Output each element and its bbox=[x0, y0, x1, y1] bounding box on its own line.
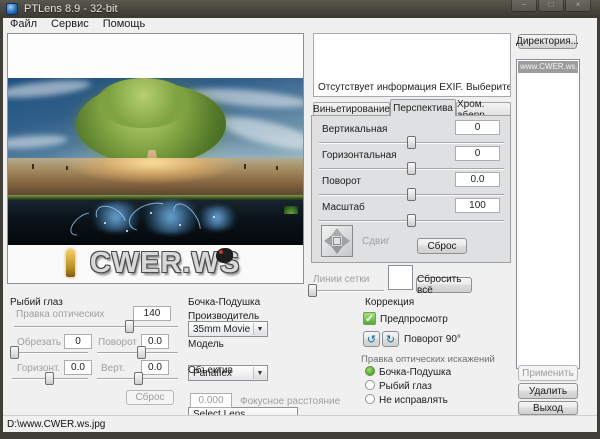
radio-barrel-pincushion-label: Бочка-Подушка bbox=[379, 367, 452, 378]
chevron-down-icon[interactable]: ▼ bbox=[253, 367, 266, 379]
vertical-label: Вертикальная bbox=[322, 124, 388, 135]
arrow-left-icon[interactable] bbox=[324, 235, 332, 247]
exif-message: Отсутствует информация EXIF. Выберите bbox=[318, 82, 511, 93]
radio-barrel-pincushion[interactable] bbox=[365, 366, 375, 376]
vertical-value[interactable]: 0 bbox=[455, 120, 500, 135]
radio-no-correction[interactable] bbox=[365, 394, 375, 404]
barrel-group-title: Бочка-Подушка bbox=[188, 297, 261, 308]
focal-length-label: Фокусное расстояние bbox=[240, 396, 341, 407]
file-list-item-selected[interactable]: www.CWER.ws.jpg bbox=[518, 61, 578, 73]
preview-checkbox-label: Предпросмотр bbox=[380, 314, 448, 325]
radio-fisheye-label: Рыбий глаз bbox=[379, 381, 432, 392]
delete-button[interactable]: Удалить bbox=[518, 383, 578, 399]
minimize-icon[interactable]: − bbox=[511, 0, 537, 12]
tree-silhouette bbox=[276, 166, 278, 170]
grid-lines-slider[interactable] bbox=[307, 284, 384, 298]
directory-button[interactable]: Директория... bbox=[516, 34, 579, 49]
menu-service[interactable]: Сервис bbox=[44, 18, 96, 31]
photo-preview bbox=[8, 78, 303, 245]
fisheye-optics-label: Правка оптических bbox=[16, 309, 105, 320]
watermark-text: CWER.WS bbox=[89, 247, 241, 279]
cloud-shape bbox=[216, 110, 303, 156]
fisheye-optics-value[interactable]: 140 bbox=[133, 306, 171, 321]
exit-button[interactable]: Выход bbox=[518, 401, 578, 415]
tab-perspective[interactable]: Перспектива bbox=[390, 99, 456, 116]
underground-roots bbox=[8, 197, 303, 245]
menu-help[interactable]: Помощь bbox=[96, 18, 153, 31]
preview-checkbox[interactable]: ✓ bbox=[363, 312, 376, 325]
shift-dpad[interactable] bbox=[321, 225, 353, 257]
radio-fisheye[interactable] bbox=[365, 380, 375, 390]
fisheye-optics-slider[interactable] bbox=[14, 320, 178, 334]
tab-chromatic[interactable]: Хром. аберр. bbox=[456, 99, 511, 121]
rotation-label: Поворот bbox=[322, 176, 361, 187]
fisheye-reset-button[interactable]: Сброс bbox=[126, 390, 174, 405]
fisheye-crop-slider[interactable] bbox=[10, 346, 88, 360]
window-title: PTLens 8.9 - 32-bit bbox=[24, 3, 118, 15]
distortion-title: Правка оптических искажений bbox=[361, 354, 495, 365]
scale-label: Масштаб bbox=[322, 202, 365, 213]
dark-figurine bbox=[216, 248, 233, 263]
tree-silhouette bbox=[66, 166, 68, 170]
scale-value[interactable]: 100 bbox=[455, 198, 500, 213]
lens-label: Объектив bbox=[188, 365, 233, 376]
menu-file[interactable]: Файл bbox=[3, 18, 44, 31]
dpad-center[interactable] bbox=[333, 237, 341, 245]
tree-canopy-top bbox=[96, 78, 191, 128]
menu-bar: Файл Сервис Помощь bbox=[3, 18, 597, 31]
grid-preview-box bbox=[388, 265, 413, 290]
horizontal-value[interactable]: 0 bbox=[455, 146, 500, 161]
exif-info-box: Отсутствует информация EXIF. Выберите bbox=[313, 33, 511, 97]
rotate-ccw-icon[interactable]: ↺ bbox=[363, 331, 380, 347]
model-label: Модель bbox=[188, 339, 224, 350]
manufacturer-value: 35mm Movie bbox=[193, 323, 251, 335]
rotate-cw-icon[interactable]: ↻ bbox=[382, 331, 399, 347]
file-list[interactable]: www.CWER.ws.jpg bbox=[516, 59, 580, 369]
fisheye-group-title: Рыбий глаз bbox=[10, 297, 63, 308]
app-icon bbox=[6, 3, 18, 15]
correction-title: Коррекция bbox=[365, 297, 415, 308]
rotation-value[interactable]: 0.0 bbox=[455, 172, 500, 187]
dry-field bbox=[8, 158, 303, 198]
status-file-path: D:\www.CWER.ws.jpg bbox=[7, 418, 106, 430]
arrow-down-icon[interactable] bbox=[331, 246, 343, 254]
maximize-icon[interactable]: □ bbox=[538, 0, 564, 12]
rotate-90-label: Поворот 90° bbox=[404, 334, 461, 345]
fisheye-rotate-slider[interactable] bbox=[97, 346, 178, 360]
status-bar: D:\www.CWER.ws.jpg bbox=[3, 415, 597, 432]
tab-vignetting[interactable]: Виньетирование bbox=[313, 102, 390, 116]
apply-button[interactable]: Применить bbox=[518, 365, 578, 381]
radio-no-correction-label: Не исправлять bbox=[379, 395, 448, 406]
tree-silhouette bbox=[244, 164, 246, 169]
chevron-down-icon[interactable]: ▼ bbox=[253, 323, 266, 335]
watermark-strip: CWER.WS bbox=[8, 245, 303, 282]
close-icon[interactable]: × bbox=[565, 0, 591, 12]
reset-all-button[interactable]: Сбросить всё bbox=[416, 274, 472, 296]
tree-silhouette bbox=[32, 164, 34, 169]
grass-tuft bbox=[284, 206, 298, 214]
fisheye-horizontal-slider[interactable] bbox=[12, 372, 88, 386]
horizontal-label: Горизонтальная bbox=[322, 150, 397, 161]
cloud-shape bbox=[8, 78, 92, 101]
title-bar[interactable]: PTLens 8.9 - 32-bit bbox=[0, 0, 600, 18]
shift-label: Сдвиг bbox=[362, 236, 390, 247]
manufacturer-select[interactable]: 35mm Movie ▼ bbox=[188, 321, 268, 337]
fisheye-vertical-slider[interactable] bbox=[97, 372, 178, 386]
focal-length-field[interactable]: 0.000 bbox=[190, 393, 232, 408]
ptlens-window: PTLens 8.9 - 32-bit − □ × Файл Сервис По… bbox=[0, 0, 600, 439]
perspective-reset-button[interactable]: Сброс bbox=[417, 238, 467, 254]
cloud-shape bbox=[8, 133, 69, 151]
arrow-right-icon[interactable] bbox=[342, 235, 350, 247]
